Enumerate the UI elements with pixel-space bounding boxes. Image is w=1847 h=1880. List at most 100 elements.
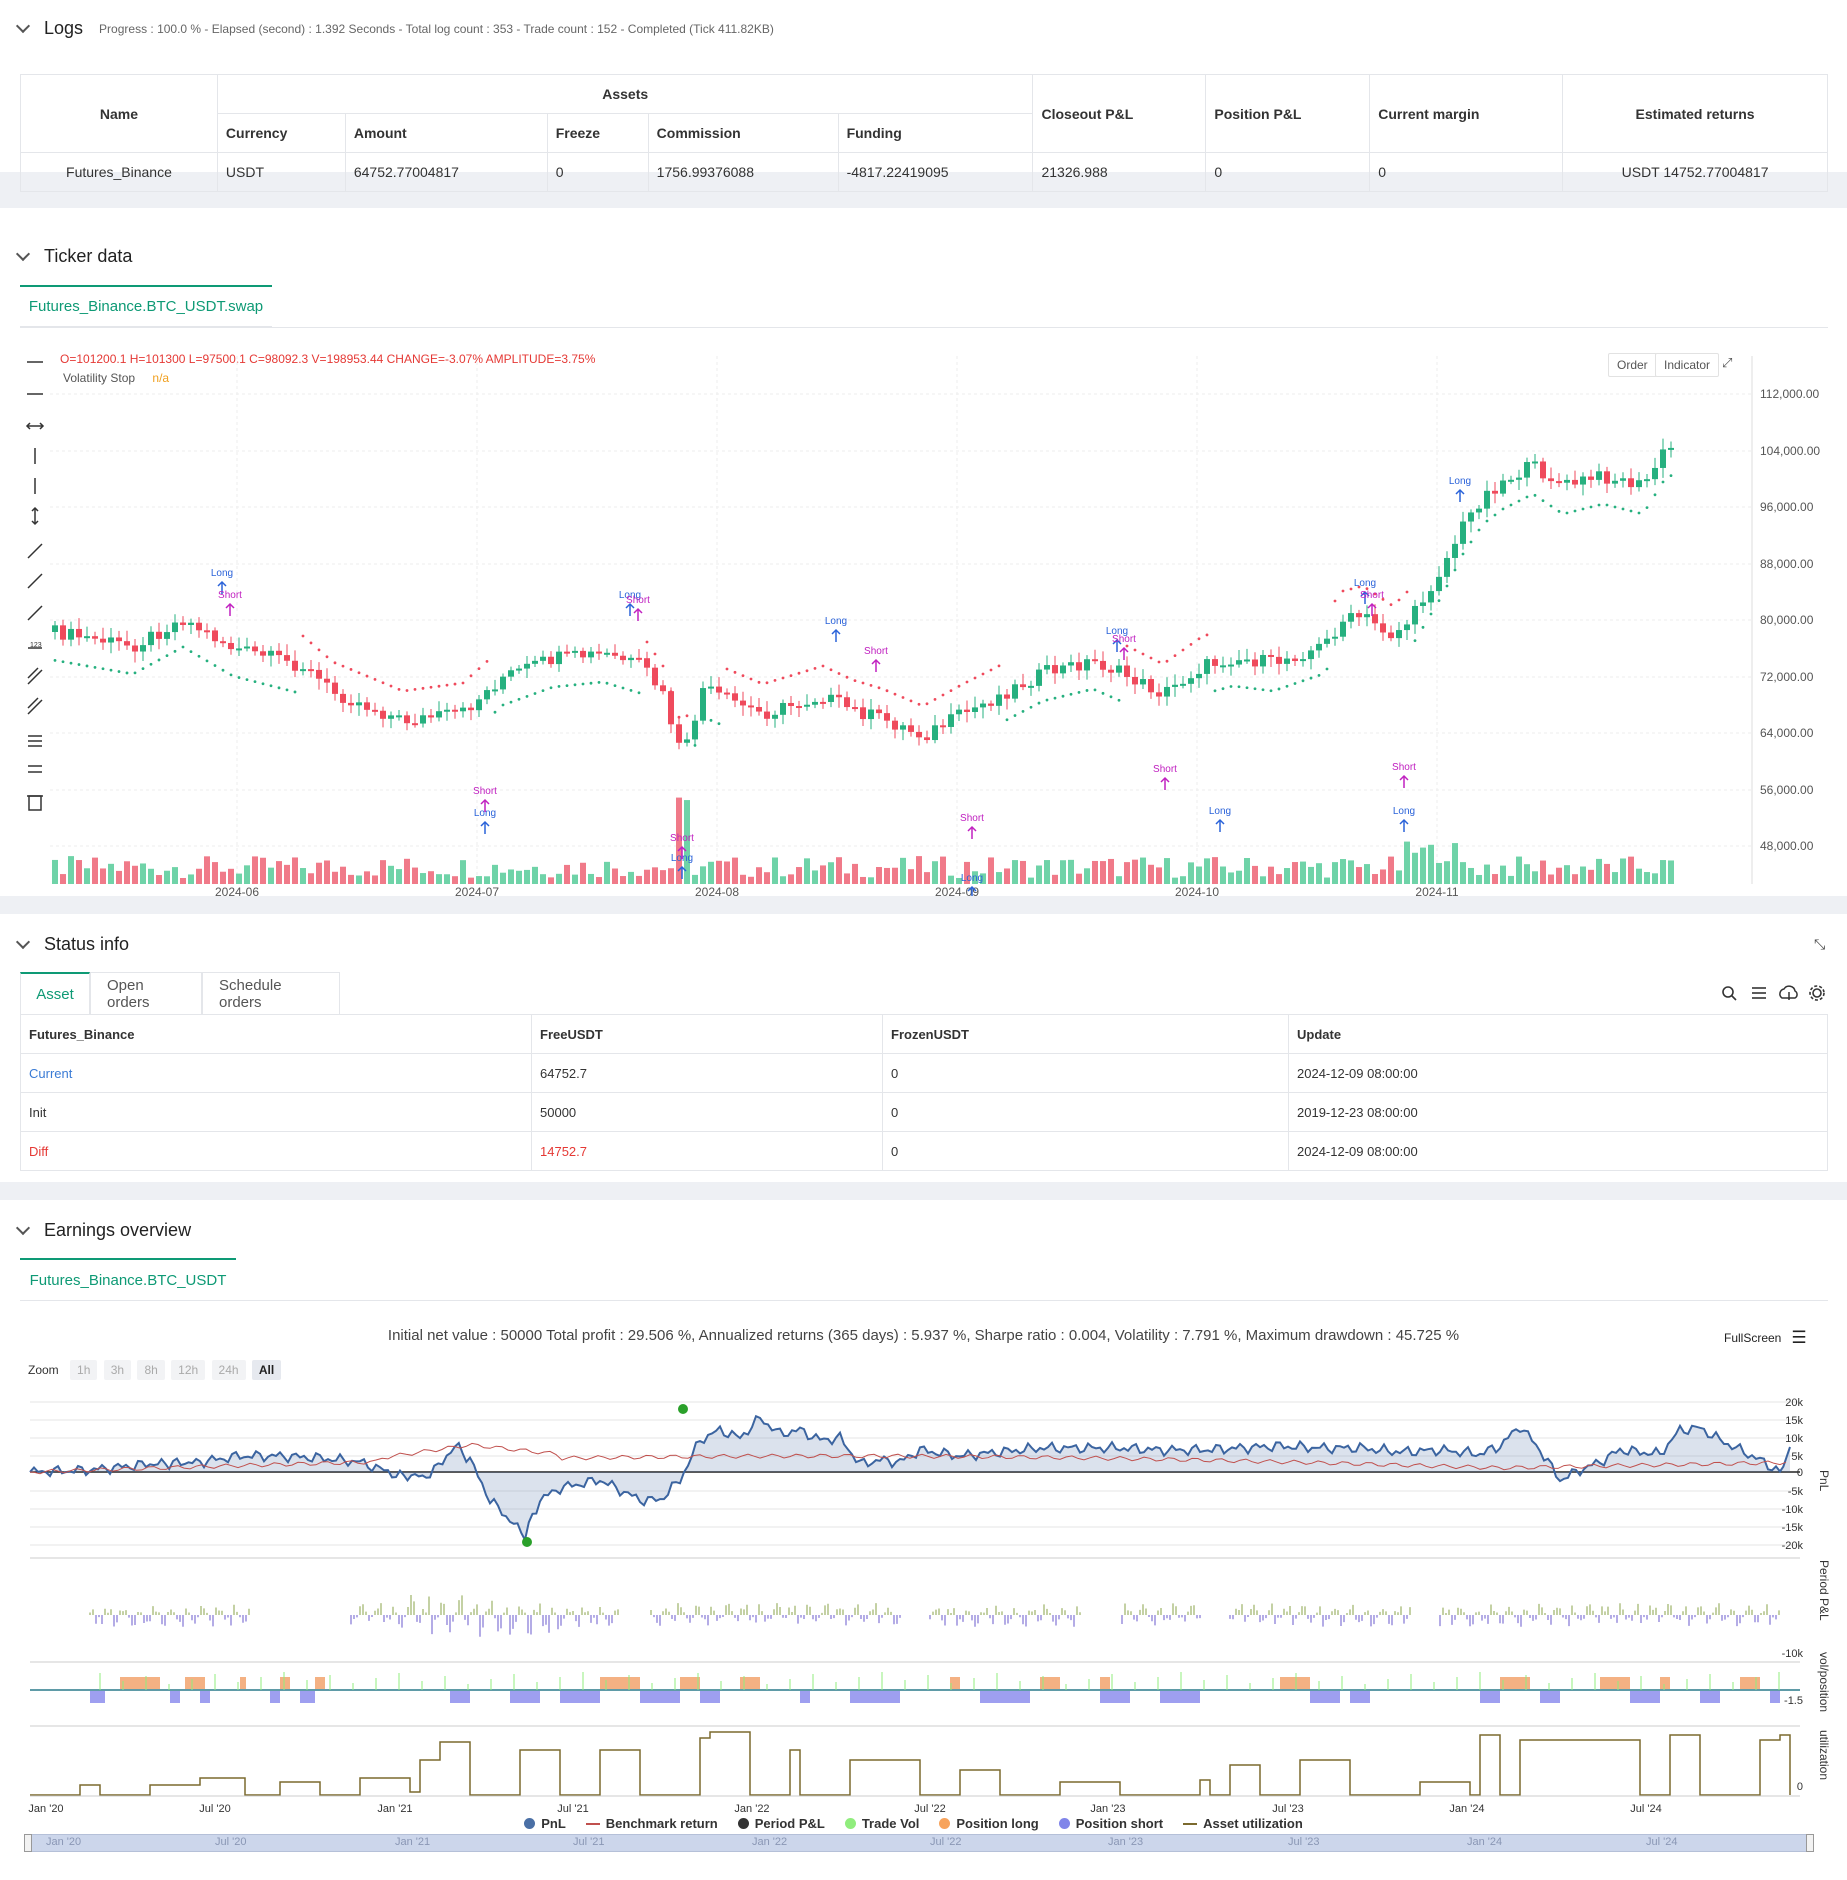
candle-body [724, 692, 730, 695]
navigator-tick-label: Jan '23 [1108, 1836, 1144, 1848]
stop-dot [1061, 694, 1065, 698]
volume-bar [812, 870, 818, 884]
candle-body [852, 707, 858, 710]
collapse-arrows-icon[interactable]: ⤡ [1814, 936, 1825, 953]
legend-item[interactable]: Position long [939, 1816, 1039, 1831]
zoom-all[interactable]: All [251, 1360, 282, 1380]
short-marker: Short [960, 813, 984, 839]
volume-bar [1292, 862, 1298, 884]
candle-body [1300, 659, 1306, 662]
collapse-chevron-icon[interactable] [15, 934, 31, 949]
candle-body [948, 714, 954, 727]
zoom-3h[interactable]: 3h [103, 1360, 132, 1380]
pnl-area [30, 1416, 1790, 1540]
volume-bar [1492, 874, 1498, 884]
legend-label: Benchmark return [605, 1816, 718, 1831]
stop-dot [1005, 718, 1009, 722]
volume-bar [1028, 877, 1034, 884]
volume-bar [1276, 874, 1282, 884]
zoom-1h[interactable]: 1h [70, 1360, 98, 1380]
legend-item[interactable]: Asset utilization [1183, 1816, 1303, 1831]
stop-dot [405, 689, 409, 692]
volume-bar [212, 862, 218, 884]
legend-label: Period P&L [754, 1816, 825, 1831]
cell-position: 0 [1205, 152, 1371, 192]
volume-bar [372, 875, 378, 884]
fullscreen-button[interactable]: FullScreen ☰ [1724, 1328, 1807, 1348]
candle-body [1548, 478, 1554, 482]
volume-bar [516, 870, 522, 884]
row-label-current[interactable]: Current [20, 1053, 532, 1093]
stop-dot [133, 671, 137, 675]
axis-title-position: vol/position [1817, 1652, 1831, 1712]
earnings-chart[interactable]: 20k 15k 10k 5k 0 -5k -10k -15k -20k PnL -10k Period… [0, 1390, 1847, 1870]
marker-label: Short [960, 813, 984, 824]
cloud-download-icon[interactable] [1779, 985, 1798, 1000]
stop-dot [1253, 687, 1257, 691]
marker-label: Short [1392, 762, 1416, 773]
navigator-tick-label: Jul '23 [1288, 1836, 1320, 1848]
position-short-bar [850, 1691, 900, 1703]
candle-body [324, 678, 330, 683]
candlestick-chart[interactable]: 112,000.00 104,000.00 96,000.00 88,000.00 80… [0, 336, 1847, 896]
stop-dot [1669, 474, 1673, 477]
stop-dot [61, 660, 65, 664]
earnings-header[interactable]: Earnings overview [15, 1220, 191, 1241]
zoom-24h[interactable]: 24h [211, 1360, 246, 1380]
volume-bar [828, 862, 834, 884]
list-icon[interactable] [1752, 987, 1766, 999]
position-long-bar [280, 1677, 290, 1689]
tab-btc-usdt[interactable]: Futures_Binance.BTC_USDT [20, 1258, 236, 1300]
marker-label: Long [211, 568, 233, 579]
zoom-8h[interactable]: 8h [137, 1360, 165, 1380]
volume-bar [852, 863, 858, 884]
candle-body [188, 622, 194, 625]
stop-dot [1069, 692, 1073, 696]
x-tick-label: Jul '20 [199, 1803, 230, 1815]
max-marker [678, 1404, 688, 1414]
stop-dot [1085, 689, 1089, 692]
menu-icon[interactable]: ☰ [1791, 1328, 1806, 1348]
tab-btc-swap[interactable]: Futures_Binance.BTC_USDT.swap [20, 285, 272, 327]
candle-body [572, 650, 578, 653]
ticker-header[interactable]: Ticker data [15, 246, 132, 267]
volume-bar [892, 867, 898, 884]
candle-body [1060, 665, 1066, 674]
collapse-chevron-icon[interactable] [15, 1220, 31, 1235]
search-icon[interactable] [1722, 986, 1737, 1001]
volume-bar [1652, 873, 1658, 884]
candle-body [1604, 471, 1610, 484]
stop-dot [717, 722, 721, 726]
volume-bar [1068, 859, 1074, 884]
table-row: Current 64752.7 0 2024-12-09 08:00:00 [20, 1053, 1828, 1093]
tab-open-orders[interactable]: Open orders [90, 972, 202, 1014]
gear-icon[interactable] [1809, 985, 1825, 1001]
marker-label: Long [961, 873, 983, 884]
candle-body [580, 650, 586, 658]
legend-item[interactable]: PnL [524, 1816, 566, 1831]
candle-body [772, 714, 778, 719]
volume-bar [748, 876, 754, 884]
collapse-chevron-icon[interactable] [15, 246, 31, 261]
legend-label: Asset utilization [1203, 1816, 1303, 1831]
collapse-chevron-icon[interactable] [15, 18, 31, 33]
status-header[interactable]: Status info [15, 934, 129, 955]
candle-body [1156, 692, 1162, 697]
tab-schedule-orders[interactable]: Schedule orders [202, 972, 340, 1014]
candle-body [1316, 643, 1322, 651]
legend-item[interactable]: Trade Vol [844, 1816, 919, 1831]
candle-body [716, 686, 722, 693]
legend-item[interactable]: Benchmark return [585, 1816, 718, 1831]
zoom-12h[interactable]: 12h [171, 1360, 206, 1380]
candle-body [1332, 636, 1338, 639]
candle-body [1596, 471, 1602, 480]
volume-bar [204, 856, 210, 884]
legend-item[interactable]: Period P&L [737, 1816, 825, 1831]
legend-item[interactable]: Position short [1058, 1816, 1163, 1831]
marker-label: Short [218, 590, 242, 601]
logs-header[interactable]: Logs Progress : 100.0 % - Elapsed (secon… [15, 18, 774, 39]
candle-body [1100, 660, 1106, 670]
volume-bar [364, 871, 370, 884]
tab-asset[interactable]: Asset [20, 972, 90, 1014]
candle-body [1348, 613, 1354, 622]
